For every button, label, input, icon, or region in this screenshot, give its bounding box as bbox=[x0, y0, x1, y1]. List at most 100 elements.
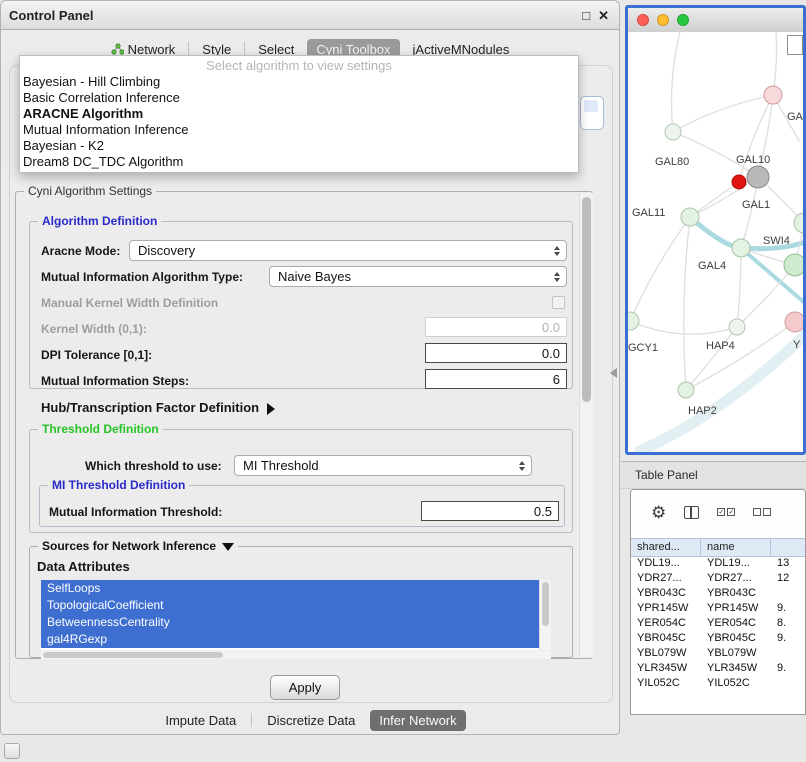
settings-scrollbar[interactable] bbox=[579, 193, 593, 657]
table-panel-window: ⚙ ✓✓ shared...name YDL19...YDL19...13YDR… bbox=[630, 489, 806, 715]
hub-definition-toggle[interactable]: Hub/Transcription Factor Definition bbox=[41, 400, 275, 415]
columns-icon[interactable] bbox=[684, 506, 699, 519]
attributes-list-vscroll-thumb[interactable] bbox=[542, 582, 549, 626]
mac-minimize-button[interactable] bbox=[657, 14, 669, 26]
network-node-label: Y bbox=[793, 339, 801, 351]
table-row[interactable]: YBL079WYBL079W bbox=[631, 646, 805, 661]
table-row[interactable]: YBR043CYBR043C bbox=[631, 586, 805, 601]
aracne-mode-combo[interactable]: Discovery bbox=[129, 240, 567, 261]
table-cell: YER054C bbox=[701, 616, 771, 631]
table-cell: YPR145W bbox=[631, 601, 701, 616]
network-node-label: GAL11 bbox=[632, 207, 665, 219]
kernel-width-field[interactable]: 0.0 bbox=[425, 317, 567, 337]
table-cell: YIL052C bbox=[631, 676, 701, 691]
network-node bbox=[628, 312, 639, 330]
attributes-list-vscrollbar[interactable] bbox=[539, 580, 551, 650]
table-row[interactable]: YBR045CYBR045C9. bbox=[631, 631, 805, 646]
sources-group-toggle[interactable]: Sources for Network Inference bbox=[38, 539, 238, 553]
data-attribute-item[interactable]: BetweennessCentrality bbox=[41, 614, 539, 631]
network-node-label: GCY1 bbox=[628, 342, 658, 354]
manual-kernel-checkbox[interactable] bbox=[552, 296, 565, 309]
hub-definition-label: Hub/Transcription Factor Definition bbox=[41, 400, 259, 415]
which-threshold-value: MI Threshold bbox=[243, 458, 319, 473]
mi-threshold-label: Mutual Information Threshold: bbox=[49, 505, 222, 519]
settings-group-title: Cyni Algorithm Settings bbox=[24, 184, 156, 198]
algorithm-option[interactable]: Mutual Information Inference bbox=[20, 122, 578, 138]
data-attribute-item[interactable]: SelfLoops bbox=[41, 580, 539, 597]
network-view-window: GALGAL80GAL10GAL11GAL1SWI4GAL4GCY1HAP4YH… bbox=[625, 5, 806, 455]
data-attribute-item[interactable]: TopologicalCoefficient bbox=[41, 597, 539, 614]
algorithm-option[interactable]: Bayesian - Hill Climbing bbox=[20, 74, 578, 90]
data-attributes-list: SelfLoopsTopologicalCoefficientBetweenne… bbox=[41, 580, 551, 650]
network-node-label: HAP4 bbox=[706, 340, 735, 352]
restore-icon[interactable]: □ bbox=[582, 9, 590, 22]
table-header-cell[interactable]: name bbox=[701, 539, 771, 556]
manual-kernel-label: Manual Kernel Width Definition bbox=[41, 296, 218, 310]
splitter-collapse-icon[interactable] bbox=[610, 368, 617, 378]
table-row[interactable]: YDL19...YDL19...13 bbox=[631, 556, 805, 571]
gear-icon[interactable]: ⚙ bbox=[651, 504, 666, 521]
table-cell: YBR045C bbox=[631, 631, 701, 646]
table-row[interactable]: YDR27...YDR27...12 bbox=[631, 571, 805, 586]
dpi-tolerance-field[interactable]: 0.0 bbox=[425, 343, 567, 363]
tab-impute-data[interactable]: Impute Data bbox=[156, 710, 245, 731]
expand-down-icon bbox=[222, 543, 234, 551]
table-cell: 8. bbox=[771, 616, 805, 631]
algorithm-option[interactable]: Basic Correlation Inference bbox=[20, 90, 578, 106]
table-cell: YLR345W bbox=[701, 661, 771, 676]
tab-separator bbox=[251, 713, 252, 727]
mi-type-value: Naive Bayes bbox=[278, 269, 351, 284]
mac-close-button[interactable] bbox=[637, 14, 649, 26]
data-attributes-items: SelfLoopsTopologicalCoefficientBetweenne… bbox=[41, 580, 551, 648]
mac-zoom-button[interactable] bbox=[677, 14, 689, 26]
table-cell: YDL19... bbox=[631, 556, 701, 571]
network-edge bbox=[686, 327, 737, 390]
table-header[interactable]: shared...name bbox=[631, 538, 805, 557]
network-node-label: SWI4 bbox=[763, 235, 790, 247]
table-row[interactable]: YIL052CYIL052C bbox=[631, 676, 805, 691]
network-node bbox=[665, 124, 681, 140]
desktop: Control Panel □ ✕ Network Style Select bbox=[0, 0, 806, 762]
algorithm-combo-end[interactable] bbox=[580, 96, 604, 130]
mi-type-combo[interactable]: Naive Bayes bbox=[269, 266, 567, 287]
unchecked-columns-icon[interactable] bbox=[753, 508, 771, 516]
algorithm-option[interactable]: Bayesian - K2 bbox=[20, 138, 578, 154]
tab-discretize-data[interactable]: Discretize Data bbox=[258, 710, 364, 731]
table-row[interactable]: YLR345WYLR345W9. bbox=[631, 661, 805, 676]
close-icon[interactable]: ✕ bbox=[598, 9, 609, 22]
network-tab-icon bbox=[111, 43, 124, 55]
corner-panel-icon[interactable] bbox=[4, 743, 20, 759]
attributes-list-hscrollbar[interactable] bbox=[41, 651, 551, 659]
network-edge bbox=[690, 177, 758, 217]
kernel-width-label: Kernel Width (0,1): bbox=[41, 322, 147, 336]
control-panel-window: Control Panel □ ✕ Network Style Select bbox=[0, 0, 620, 735]
table-row[interactable]: YER054CYER054C8. bbox=[631, 616, 805, 631]
algorithm-dropdown-popup: Select algorithm to view settings Bayesi… bbox=[19, 55, 579, 173]
table-row[interactable]: YPR145WYPR145W9. bbox=[631, 601, 805, 616]
table-header-cell[interactable]: shared... bbox=[631, 539, 701, 556]
network-overview-box[interactable] bbox=[787, 35, 803, 55]
tab-infer-network[interactable]: Infer Network bbox=[370, 710, 465, 731]
network-node-label: HAP2 bbox=[688, 405, 717, 417]
attributes-list-hscroll-thumb[interactable] bbox=[43, 652, 223, 658]
mi-threshold-field[interactable]: 0.5 bbox=[421, 501, 559, 521]
checked-columns-icon[interactable]: ✓✓ bbox=[717, 508, 735, 516]
mi-steps-label: Mutual Information Steps: bbox=[41, 374, 189, 388]
table-header-cell[interactable] bbox=[771, 539, 805, 556]
sources-group-title: Sources for Network Inference bbox=[42, 539, 216, 553]
apply-button[interactable]: Apply bbox=[270, 675, 340, 700]
network-svg[interactable]: GALGAL80GAL10GAL11GAL1SWI4GAL4GCY1HAP4YH… bbox=[628, 32, 803, 452]
network-node bbox=[747, 166, 769, 188]
table-cell: 13 bbox=[771, 556, 805, 571]
settings-scrollbar-thumb[interactable] bbox=[582, 197, 591, 402]
which-threshold-combo[interactable]: MI Threshold bbox=[234, 455, 532, 476]
table-cell: YDL19... bbox=[701, 556, 771, 571]
algorithm-option[interactable]: ARACNE Algorithm bbox=[20, 106, 578, 122]
network-canvas[interactable]: GALGAL80GAL10GAL11GAL1SWI4GAL4GCY1HAP4YH… bbox=[628, 32, 803, 452]
table-rows: YDL19...YDL19...13YDR27...YDR27...12YBR0… bbox=[631, 556, 805, 714]
algorithm-option[interactable]: Dream8 DC_TDC Algorithm bbox=[20, 154, 578, 170]
mi-steps-field[interactable]: 6 bbox=[425, 369, 567, 389]
table-cell bbox=[771, 586, 805, 601]
network-node bbox=[794, 213, 803, 233]
data-attribute-item[interactable]: gal4RGexp bbox=[41, 631, 539, 648]
